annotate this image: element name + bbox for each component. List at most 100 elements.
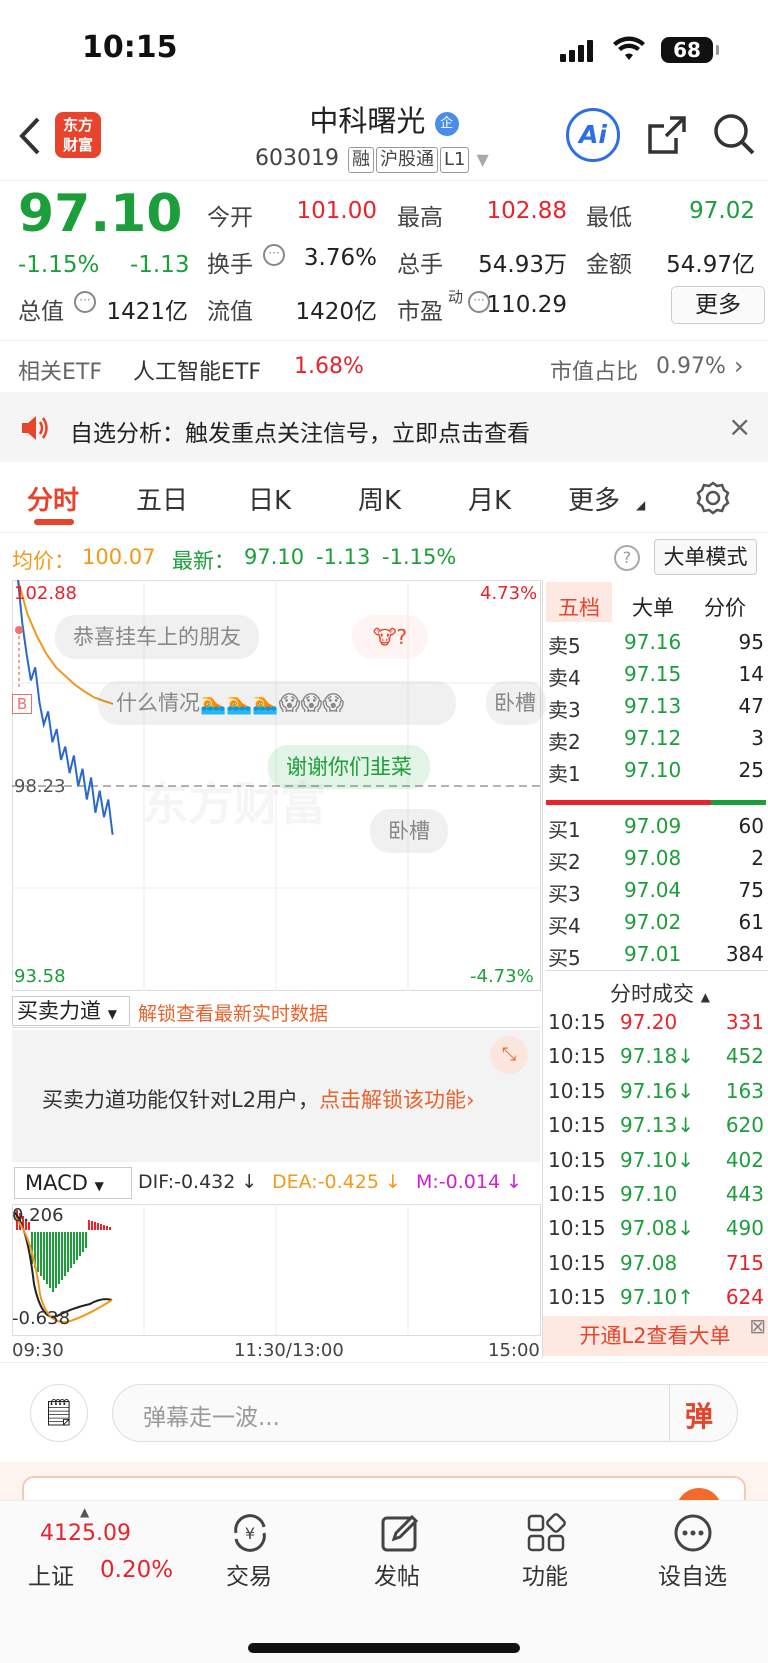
bid-row: 买1 97.09 60: [548, 814, 764, 842]
ask-row: 卖1 97.10 25: [548, 758, 764, 786]
bid-ask-bar: [546, 800, 766, 805]
danmaku-bubble[interactable]: 谢谢你们韭菜: [268, 745, 430, 789]
index-value[interactable]: 4125.09: [40, 1521, 131, 1546]
nav-add-watchlist[interactable]: 设自选: [658, 1557, 727, 1591]
danmaku-bubble[interactable]: 卧槽: [370, 809, 448, 853]
bottom-nav: ▲ 4125.09 上证 0.20% ¥ 交易 发帖 功能 设自选: [0, 1500, 768, 1663]
notes-icon[interactable]: 🗒: [30, 1384, 88, 1442]
y-max-label: 102.88: [14, 583, 77, 604]
tab-5day[interactable]: 五日: [136, 480, 188, 517]
bid-row: 买5 97.01 384: [548, 942, 764, 970]
macd-bar: [82, 1232, 84, 1252]
l2-unlock-link[interactable]: 点击解锁该功能: [319, 1088, 466, 1112]
macd-bar: [109, 1227, 111, 1230]
close-icon[interactable]: ⊠: [749, 1314, 766, 1338]
macd-dropdown[interactable]: MACD ▼: [14, 1167, 132, 1199]
index-pct[interactable]: 0.20%: [100, 1557, 173, 1583]
macd-bar: [55, 1232, 57, 1288]
macd-bar: [88, 1220, 90, 1230]
tab-intraday[interactable]: 分时: [27, 480, 79, 517]
macd-bar: [73, 1232, 75, 1264]
tick-row: 10:15 97.10↓ 402: [548, 1147, 764, 1172]
watchlist-icon[interactable]: [673, 1513, 713, 1553]
macd-bar: [40, 1232, 42, 1276]
nav-trade[interactable]: 交易: [226, 1557, 272, 1591]
big-order-mode-button[interactable]: 大单模式: [654, 539, 757, 575]
more-button[interactable]: 更多: [671, 286, 765, 324]
search-icon[interactable]: [712, 112, 756, 156]
macd-bar: [76, 1232, 78, 1260]
status-time: 10:15: [82, 30, 178, 65]
info-icon[interactable]: ···: [74, 291, 96, 313]
ai-button[interactable]: Ai: [566, 108, 620, 162]
tick-row: 10:15 97.10 443: [548, 1182, 764, 1206]
danmaku-input[interactable]: 弹幕走一波... 弹: [112, 1384, 738, 1442]
pct-min-label: -4.73%: [470, 966, 534, 987]
macd-bar: [79, 1232, 81, 1256]
signal-icon: [560, 40, 600, 62]
macd-bar: [43, 1232, 45, 1280]
danmaku-bubble[interactable]: 卧槽: [486, 681, 546, 725]
chevron-down-icon: ▼: [94, 1179, 104, 1193]
macd-bar: [85, 1232, 87, 1248]
tab-more[interactable]: 更多: [568, 480, 620, 517]
index-arrow-icon: ▲: [80, 1505, 90, 1519]
y-mid-label: 98.23: [14, 776, 66, 797]
tab-five-levels[interactable]: 五档: [558, 592, 600, 622]
tick-row: 10:15 97.10↑ 624: [548, 1285, 764, 1310]
expand-icon[interactable]: ⤡: [490, 1036, 528, 1074]
macd-bar: [100, 1224, 102, 1230]
post-icon[interactable]: [380, 1513, 420, 1553]
macd-bar: [37, 1232, 39, 1272]
danmaku-send-button[interactable]: 弹: [685, 1395, 713, 1435]
trade-icon[interactable]: ¥: [228, 1513, 272, 1553]
ask-row: 卖5 97.16 95: [548, 630, 764, 658]
tick-row: 10:15 97.20 331: [548, 1010, 764, 1034]
nav-post[interactable]: 发帖: [374, 1557, 420, 1591]
last-price: 97.10: [18, 184, 183, 244]
abs-change: -1.13: [130, 252, 190, 278]
macd-bar: [94, 1222, 96, 1230]
tab-big-orders[interactable]: 大单: [632, 592, 674, 622]
danmaku-bubble[interactable]: 什么情况🏊🏊🏊😱😱😱: [98, 681, 456, 725]
bid-row: 买2 97.08 2: [548, 846, 764, 874]
tab-monthly[interactable]: 月K: [468, 480, 511, 517]
close-icon[interactable]: ×: [728, 410, 751, 443]
macd-bar: [67, 1232, 69, 1272]
emoji-bubble[interactable]: 🐮?: [352, 615, 428, 659]
tick-row: 10:15 97.16↓ 163: [548, 1078, 764, 1103]
bid-row: 买3 97.04 75: [548, 878, 764, 906]
battery-icon: 68: [661, 37, 719, 63]
grid-icon[interactable]: [526, 1513, 566, 1553]
macd-bar: [46, 1232, 48, 1284]
danmaku-bubble[interactable]: 恭喜挂车上的朋友: [55, 615, 259, 659]
ask-row: 卖2 97.12 3: [548, 726, 764, 754]
bid-row: 买4 97.02 61: [548, 910, 764, 938]
pct-change: -1.15%: [18, 252, 100, 278]
macd-bar: [103, 1225, 105, 1230]
share-icon[interactable]: [646, 114, 688, 156]
ticks-label[interactable]: 分时成交 ▲: [610, 978, 710, 1008]
tab-weekly[interactable]: 周K: [358, 480, 401, 517]
macd-bar: [52, 1232, 54, 1292]
home-indicator: [248, 1643, 520, 1653]
stock-code-row[interactable]: 603019 融沪股通 L1 ▼: [255, 146, 489, 173]
macd-bar: [70, 1232, 72, 1268]
l2-big-order-banner[interactable]: 开通L2查看大单 ⊠: [542, 1314, 768, 1356]
tab-price-dist[interactable]: 分价: [704, 592, 746, 622]
chevron-down-icon: ▼: [107, 1007, 117, 1021]
tick-row: 10:15 97.18↓ 452: [548, 1044, 764, 1069]
nav-functions[interactable]: 功能: [522, 1557, 568, 1591]
index-name[interactable]: 上证: [28, 1557, 74, 1591]
gear-icon[interactable]: [695, 480, 731, 516]
tick-row: 10:15 97.13↓ 620: [548, 1113, 764, 1138]
unlock-link[interactable]: 解锁查看最新实时数据: [138, 999, 328, 1026]
power-dropdown[interactable]: 买卖力道 ▼: [12, 996, 130, 1026]
tab-daily[interactable]: 日K: [248, 480, 291, 517]
status-bar: 10:15 68: [0, 0, 768, 100]
macd-chart[interactable]: [12, 1204, 542, 1336]
macd-bar: [91, 1221, 93, 1230]
help-icon[interactable]: ?: [614, 545, 640, 571]
badge-icon: 企: [434, 112, 459, 136]
macd-bar: [61, 1232, 63, 1280]
